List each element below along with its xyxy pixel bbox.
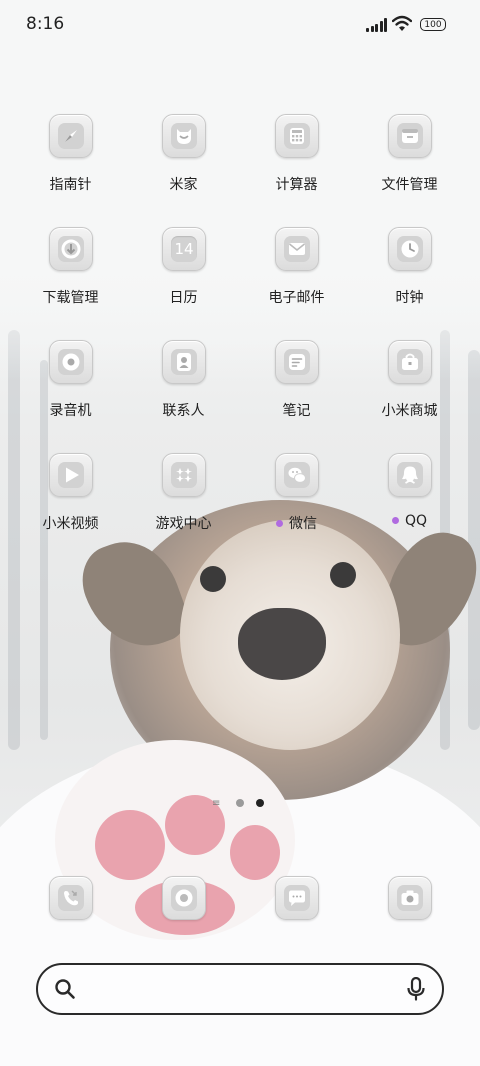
app-label: 录音机 (49, 403, 92, 419)
app-label: 电子邮件 (268, 290, 325, 306)
app-label-text: QQ (404, 513, 428, 529)
app-compass[interactable]: 指南针 (14, 114, 127, 224)
folder-icon[interactable] (388, 114, 432, 158)
page-dot-active (256, 799, 264, 807)
search-icon[interactable] (54, 978, 76, 1000)
app-label: 小米视频 (42, 516, 99, 532)
app-label: 下载管理 (42, 290, 99, 306)
calendar-icon[interactable]: 14 (162, 227, 206, 271)
status-bar: 8:16 100 (0, 0, 480, 50)
page-dot (236, 799, 244, 807)
app-calendar[interactable]: 14 日历 (127, 227, 240, 337)
recorder-icon[interactable] (49, 340, 93, 384)
paw-pad (95, 810, 165, 880)
page-indicator-list-icon: ≡ (212, 798, 221, 809)
paw-pad (230, 825, 280, 880)
mail-icon[interactable] (275, 227, 319, 271)
notes-icon[interactable] (275, 340, 319, 384)
tree-trunk (468, 350, 480, 730)
game-center-icon[interactable] (162, 453, 206, 497)
calculator-icon[interactable] (275, 114, 319, 158)
app-label: 笔记 (282, 403, 311, 419)
new-item-dot (391, 516, 399, 524)
app-wechat[interactable]: 微信 (240, 453, 353, 563)
app-mijia[interactable]: 米家 (127, 114, 240, 224)
status-time: 8:16 (26, 14, 65, 34)
puppy-nose (238, 608, 326, 680)
clock-icon[interactable] (388, 227, 432, 271)
puppy-eye (330, 562, 356, 588)
app-clock[interactable]: 时钟 (353, 227, 466, 337)
app-label-text: 微信 (289, 516, 317, 532)
app-contacts[interactable]: 联系人 (127, 340, 240, 450)
signal-icon (366, 18, 388, 32)
app-qq[interactable]: QQ (353, 453, 466, 563)
app-label: 文件管理 (381, 177, 438, 193)
shop-icon[interactable] (388, 340, 432, 384)
app-label: 日历 (169, 290, 198, 306)
camera-icon[interactable] (388, 876, 432, 920)
wechat-icon[interactable] (275, 453, 319, 497)
app-label: 米家 (169, 177, 198, 193)
app-label: 计算器 (275, 177, 318, 193)
new-item-dot (276, 519, 283, 527)
browser-icon[interactable] (162, 876, 206, 920)
app-recorder[interactable]: 录音机 (14, 340, 127, 450)
wifi-icon (392, 15, 412, 31)
app-label: 联系人 (162, 403, 205, 419)
messages-icon[interactable] (275, 876, 319, 920)
search-bar[interactable] (36, 963, 444, 1015)
video-icon[interactable] (49, 453, 93, 497)
phone-icon[interactable] (49, 876, 93, 920)
mijia-icon[interactable] (162, 114, 206, 158)
app-mi-video[interactable]: 小米视频 (14, 453, 127, 563)
app-label: 时钟 (395, 290, 424, 306)
app-calculator[interactable]: 计算器 (240, 114, 353, 224)
app-email[interactable]: 电子邮件 (240, 227, 353, 337)
app-download-manager[interactable]: 下载管理 (14, 227, 127, 337)
app-label: 微信 (240, 513, 353, 533)
app-game-center[interactable]: 游戏中心 (127, 453, 240, 563)
app-file-manager[interactable]: 文件管理 (353, 114, 466, 224)
compass-icon[interactable] (49, 114, 93, 158)
page-indicator[interactable]: ≡ (212, 797, 272, 809)
download-icon[interactable] (49, 227, 93, 271)
app-label: 游戏中心 (155, 516, 212, 532)
app-mi-store[interactable]: 小米商城 (353, 340, 466, 450)
contacts-icon[interactable] (162, 340, 206, 384)
battery-icon: 100 (420, 18, 446, 31)
microphone-icon[interactable] (406, 977, 426, 1001)
app-label: 小米商城 (381, 403, 438, 419)
app-label: 指南针 (49, 177, 92, 193)
qq-icon[interactable] (388, 453, 432, 497)
calendar-date: 14 (171, 236, 197, 262)
app-notes[interactable]: 笔记 (240, 340, 353, 450)
search-input[interactable] (90, 975, 394, 1005)
app-label: QQ (353, 513, 466, 529)
puppy-eye (200, 566, 226, 592)
